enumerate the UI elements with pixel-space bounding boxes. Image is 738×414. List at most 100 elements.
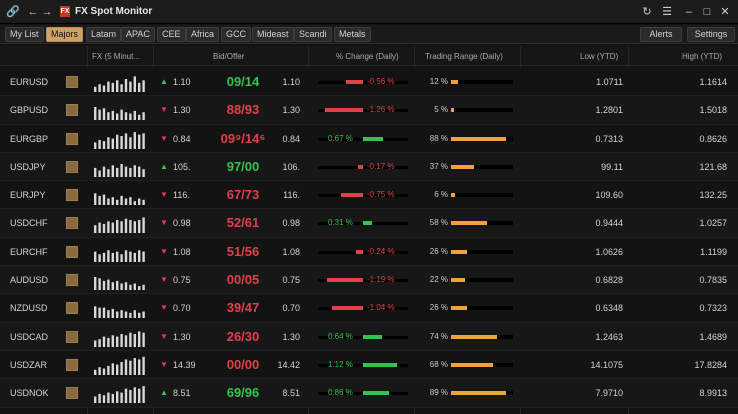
- currency-pair[interactable]: NZDUSD: [10, 303, 48, 313]
- sparkline-bar: [116, 167, 119, 177]
- currency-pair[interactable]: EURGBP: [10, 134, 48, 144]
- tab-cee[interactable]: CEE: [157, 27, 186, 42]
- chart-icon[interactable]: [66, 132, 78, 145]
- currency-pair[interactable]: EURCHF: [10, 247, 48, 257]
- sparkline-bar: [124, 282, 128, 291]
- table-row[interactable]: USDJPY ▲ 105. 97/00 106. -0.17 % 37 % 99.11 121.…: [0, 152, 738, 182]
- column-header-high-ytd[interactable]: High (YTD): [682, 52, 722, 61]
- offer-prefix: 1.30: [282, 331, 300, 342]
- settings-button[interactable]: Settings: [687, 27, 735, 42]
- chart-icon[interactable]: [66, 330, 78, 343]
- chart-icon[interactable]: [66, 104, 78, 117]
- table-row[interactable]: USDCAD ▼ 1.30 26/30 1.30 0.64 % 74 % 1.2463 1.46…: [0, 322, 738, 351]
- currency-pair[interactable]: GBPUSD: [10, 105, 48, 115]
- column-header-trading-range[interactable]: Trading Range (Daily): [425, 52, 503, 61]
- sparkline-bar: [111, 197, 114, 206]
- chart-icon[interactable]: [66, 302, 78, 315]
- sparkline-bar: [107, 392, 110, 404]
- table-row[interactable]: USDZAR ▼ 14.39 00/00 14.42 1.12 % 68 % 14.1075 1…: [0, 350, 738, 380]
- chart-icon[interactable]: [66, 387, 78, 400]
- trading-range-value: 37 %: [429, 161, 448, 171]
- alerts-button[interactable]: Alerts: [640, 27, 682, 42]
- tab-majors[interactable]: Majors: [46, 27, 84, 42]
- sparkline-bar: [102, 395, 106, 404]
- table-row[interactable]: NZDUSD ▼ 0.70 39/47 0.70 -1.04 % 26 % 0.6348 0.7…: [0, 294, 738, 323]
- sparkline-bar: [98, 367, 101, 375]
- sparkline-bar: [129, 332, 132, 347]
- pct-change-value: -0.56 %: [367, 77, 395, 86]
- sparkline-bar: [94, 251, 97, 262]
- chart-icon[interactable]: [66, 217, 78, 230]
- column-header-bid-offer[interactable]: Bid/Offer: [213, 52, 244, 61]
- table-row[interactable]: EURJPY ▼ 116. 67/73 116. -0.75 % 6 % 109.60 132.…: [0, 181, 738, 210]
- sparkline-bar: [138, 220, 141, 234]
- table-row[interactable]: EURUSD ▲ 1.10 09/14 1.10 -0.56 % 12 % 1.0711 1.1…: [0, 68, 738, 97]
- table-row[interactable]: AUDUSD ▼ 0.75 00/05 0.75 -1.19 % 22 % 0.6828 0.7…: [0, 266, 738, 295]
- tab-apac[interactable]: APAC: [121, 27, 155, 42]
- sparkline-bar: [142, 80, 145, 92]
- tab-scandi[interactable]: Scandi: [294, 27, 332, 42]
- currency-pair[interactable]: USDCHF: [10, 218, 48, 228]
- tab-gcc[interactable]: GCC: [221, 27, 251, 42]
- sparkline-bar: [116, 113, 119, 121]
- sparkline-bar: [116, 80, 119, 92]
- sparkline-bar: [107, 81, 110, 92]
- sparkline-bar: [116, 391, 119, 404]
- tab-my-list[interactable]: My List: [5, 27, 44, 42]
- bid-prefix: 14.39: [173, 359, 196, 370]
- low-ytd-value: 0.6828: [595, 275, 623, 286]
- link-icon[interactable]: 🔗: [6, 5, 20, 19]
- chart-icon[interactable]: [66, 189, 78, 202]
- menu-icon[interactable]: ☰: [660, 5, 674, 19]
- tab-mideast[interactable]: Mideast: [252, 27, 294, 42]
- currency-pair[interactable]: AUDUSD: [10, 275, 48, 285]
- currency-pair[interactable]: EURJPY: [10, 190, 46, 200]
- offer-prefix: 0.84: [282, 133, 300, 144]
- currency-pair[interactable]: EURUSD: [10, 77, 48, 87]
- chart-icon[interactable]: [66, 160, 78, 173]
- maximize-icon[interactable]: □: [700, 5, 714, 19]
- table-row[interactable]: USDCHF ▼ 0.98 52/61 0.98 0.31 % 58 % 0.9444 1.02…: [0, 209, 738, 238]
- sparkline-bar: [133, 111, 136, 121]
- sparkline-bar: [142, 311, 145, 319]
- refresh-icon[interactable]: ↻: [640, 5, 654, 19]
- table-row[interactable]: EURGBP ▼ 0.84 09⁹/14⁶ 0.84 0.67 % 88 % 0.7313 0.…: [0, 124, 738, 153]
- chart-icon[interactable]: [66, 245, 78, 258]
- tab-africa[interactable]: Africa: [186, 27, 220, 42]
- sparkline-bar: [94, 193, 97, 206]
- column-header-fx[interactable]: FX (5 Minut...: [92, 52, 140, 61]
- down-arrow-icon: ▼: [160, 133, 168, 143]
- tab-latam[interactable]: Latam: [86, 27, 122, 42]
- forward-arrow-icon[interactable]: →: [40, 5, 54, 19]
- sparkline-bar: [98, 170, 101, 177]
- sparkline-bar: [120, 109, 123, 121]
- sparkline-bar: [107, 198, 110, 206]
- column-header-pct-change[interactable]: % Change (Daily): [336, 52, 399, 61]
- sparkline-bar: [124, 219, 128, 234]
- minimize-icon[interactable]: –: [682, 5, 696, 19]
- currency-pair[interactable]: USDCAD: [10, 332, 48, 342]
- trading-range-value: 68 %: [429, 359, 448, 369]
- table-row[interactable]: GBPUSD ▼ 1.30 88/93 1.30 -1.26 % 5 % 1.2801 1.50…: [0, 96, 738, 125]
- back-arrow-icon[interactable]: ←: [26, 5, 40, 19]
- close-icon[interactable]: ✕: [718, 5, 732, 19]
- table-row[interactable]: EURCHF ▼ 1.08 51/56 1.08 -0.24 % 26 % 1.0626 1.1…: [0, 237, 738, 267]
- sparkline-bar: [124, 359, 128, 375]
- table-row[interactable]: USDNOK ▲ 8.51 69/96 8.51 0.86 % 89 % 7.9710 8.99…: [0, 379, 738, 408]
- currency-pair[interactable]: USDNOK: [10, 388, 49, 398]
- sparkline-bar: [107, 365, 110, 375]
- sparkline-bar: [94, 142, 97, 149]
- sparkline-bar: [98, 338, 101, 347]
- currency-pair[interactable]: USDJPY: [10, 162, 46, 172]
- change-bar: [363, 221, 373, 226]
- chart-icon[interactable]: [66, 358, 78, 371]
- sparkline-bar: [124, 198, 128, 206]
- currency-pair[interactable]: USDZAR: [10, 360, 47, 370]
- bid-prefix: 1.10: [173, 77, 191, 87]
- column-header-low-ytd[interactable]: Low (YTD): [580, 52, 618, 61]
- chart-icon[interactable]: [66, 76, 78, 88]
- tab-metals[interactable]: Metals: [334, 27, 371, 42]
- down-arrow-icon: ▼: [160, 331, 168, 341]
- chart-icon[interactable]: [66, 274, 78, 287]
- sparkline-bar: [138, 115, 141, 121]
